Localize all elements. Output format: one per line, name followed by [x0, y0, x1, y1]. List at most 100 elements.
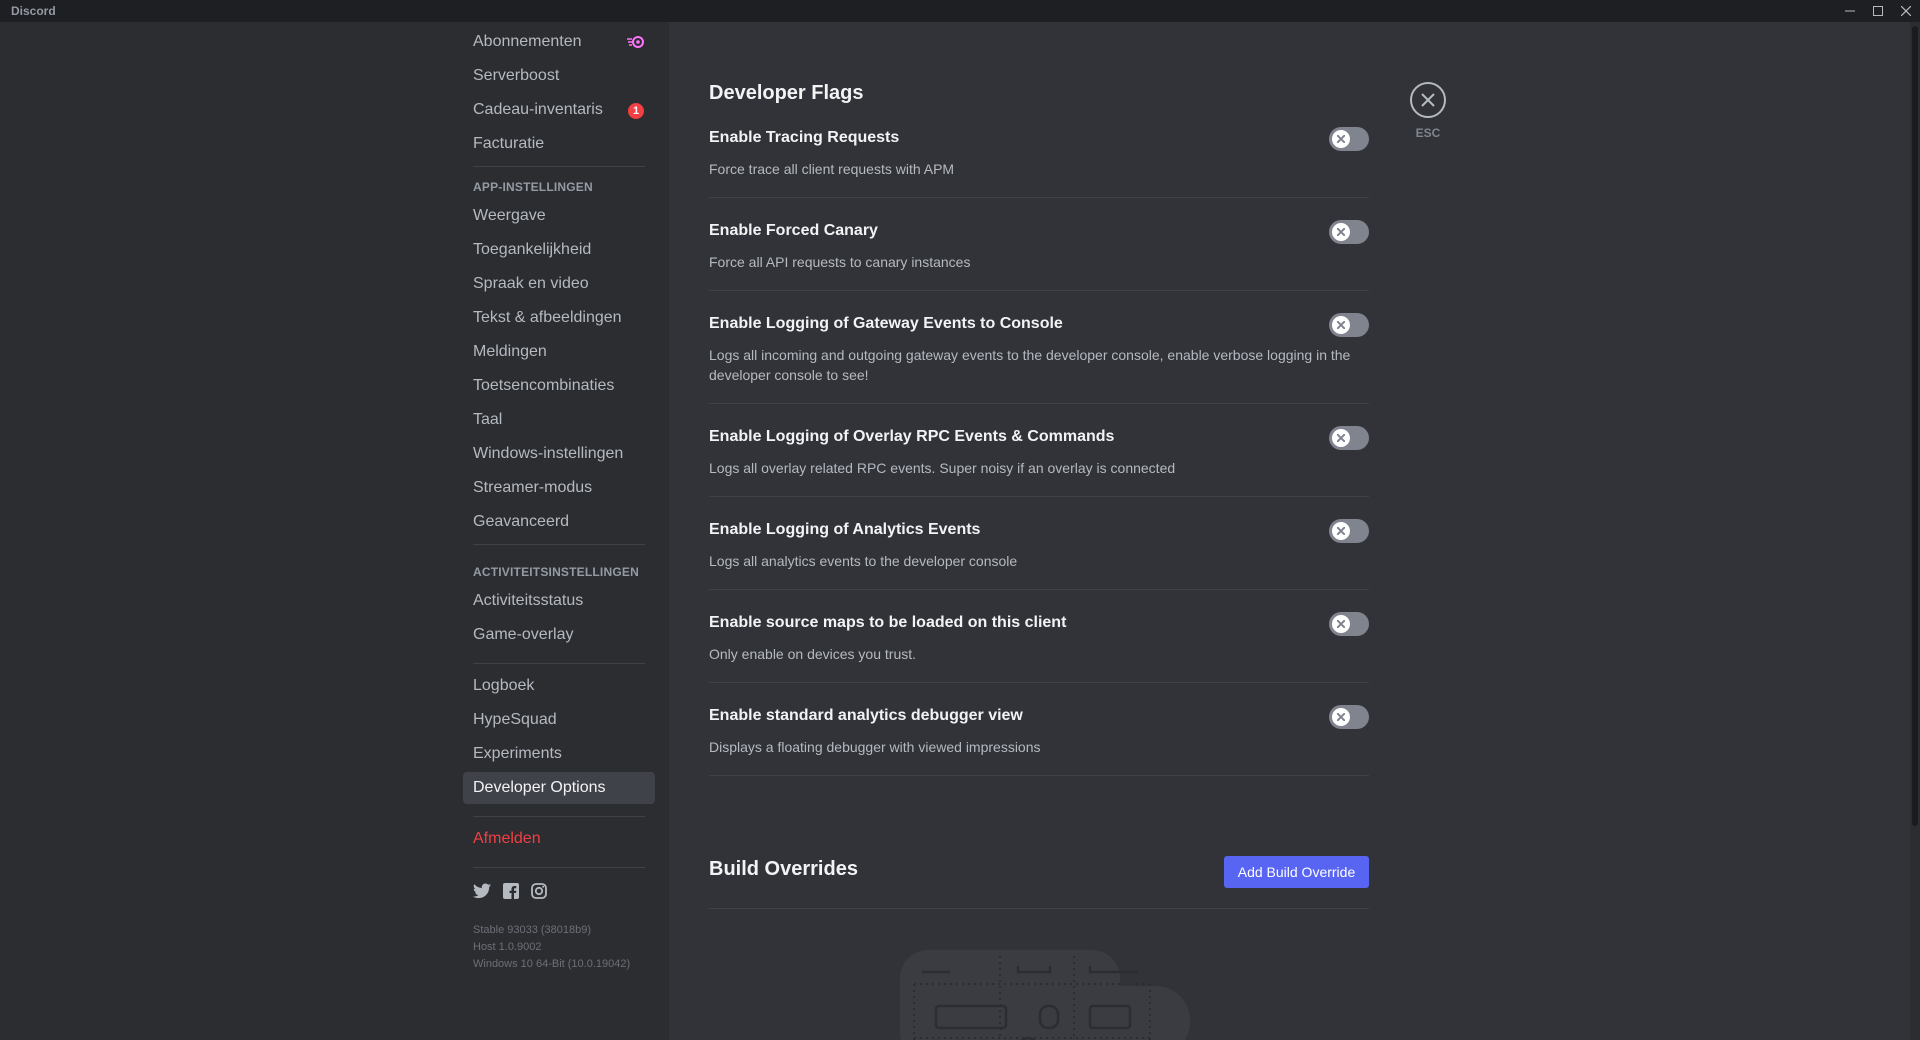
social-links [473, 883, 547, 899]
minimize-button[interactable] [1836, 0, 1864, 22]
toggle-knob [1332, 522, 1350, 540]
toggle-knob [1332, 130, 1350, 148]
flag-title: Enable Forced Canary [709, 222, 878, 239]
add-build-override-button[interactable]: Add Build Override [1224, 856, 1369, 888]
sidebar-item-gift-inventory[interactable]: Cadeau-inventaris 1 [463, 94, 655, 126]
sidebar-item-hypesquad[interactable]: HypeSquad [463, 704, 655, 736]
toggle-switch[interactable] [1329, 220, 1369, 244]
row-divider [709, 290, 1369, 291]
flag-title: Enable source maps to be loaded on this … [709, 614, 1067, 631]
flag-description: Force trace all client requests with APM [709, 161, 955, 177]
esc-label: ESC [1415, 126, 1441, 140]
toggle-switch[interactable] [1329, 313, 1369, 337]
sidebar-item-text-images[interactable]: Tekst & afbeeldingen [463, 302, 655, 334]
toggle-knob [1332, 223, 1350, 241]
x-icon [1337, 527, 1345, 535]
sidebar-item-label: Experiments [473, 745, 562, 762]
sidebar-item-label: Toegankelijkheid [473, 241, 592, 258]
x-icon [1337, 434, 1345, 442]
flag-description: Only enable on devices you trust. [709, 646, 917, 662]
minimize-icon [1845, 10, 1855, 12]
close-button[interactable] [1410, 82, 1446, 118]
logout-button[interactable]: Afmelden [463, 823, 655, 855]
toggle-knob [1332, 429, 1350, 447]
sidebar-item-game-overlay[interactable]: Game-overlay [463, 619, 655, 651]
sidebar-item-language[interactable]: Taal [463, 404, 655, 436]
sidebar-item-label: Streamer-modus [473, 479, 593, 496]
maximize-icon [1873, 6, 1883, 16]
close-icon [1421, 93, 1435, 107]
title-bar: Discord [0, 0, 1920, 22]
sidebar-item-keybinds[interactable]: Toetsencombinaties [463, 370, 655, 402]
flag-description: Logs all analytics events to the develop… [709, 553, 1018, 569]
scrollbar-thumb[interactable] [1912, 26, 1918, 826]
sidebar-item-label: HypeSquad [473, 711, 557, 728]
sidebar-item-label: Game-overlay [473, 626, 574, 643]
row-divider [709, 197, 1369, 198]
instagram-icon[interactable] [531, 883, 547, 899]
sidebar-item-appearance[interactable]: Weergave [463, 200, 655, 232]
notification-badge: 1 [628, 103, 644, 119]
sidebar-item-label: Windows-instellingen [473, 445, 624, 462]
flag-description: Force all API requests to canary instanc… [709, 254, 971, 270]
twitter-icon[interactable] [473, 883, 491, 899]
sidebar-item-label: Abonnementen [473, 33, 582, 50]
sidebar-item-windows-settings[interactable]: Windows-instellingen [463, 438, 655, 470]
sidebar-item-billing[interactable]: Facturatie [463, 128, 655, 160]
sidebar-divider [473, 663, 645, 664]
row-divider [709, 775, 1369, 776]
sidebar-item-experiments[interactable]: Experiments [463, 738, 655, 770]
sidebar-header-app-settings: APP-INSTELLINGEN [473, 180, 593, 194]
section-title-developer-flags: Developer Flags [709, 82, 864, 104]
section-title-build-overrides: Build Overrides [709, 858, 858, 880]
sidebar-divider [473, 544, 645, 545]
sidebar-item-advanced[interactable]: Geavanceerd [463, 506, 655, 538]
sidebar-item-voice-video[interactable]: Spraak en video [463, 268, 655, 300]
sidebar-divider [473, 867, 645, 868]
sidebar-item-activity-status[interactable]: Activiteitsstatus [463, 585, 655, 617]
flag-description: Logs all overlay related RPC events. Sup… [709, 460, 1176, 476]
sidebar-item-label: Cadeau-inventaris [473, 101, 603, 118]
toggle-switch[interactable] [1329, 127, 1369, 151]
x-icon [1337, 321, 1345, 329]
version-line: Host 1.0.9002 [473, 941, 542, 953]
x-icon [1337, 228, 1345, 236]
window-close-button[interactable] [1892, 0, 1920, 22]
toggle-knob [1332, 615, 1350, 633]
sidebar-item-server-boost[interactable]: Serverboost [463, 60, 655, 92]
sidebar-item-label: Meldingen [473, 343, 547, 360]
toggle-knob [1332, 708, 1350, 726]
toggle-switch[interactable] [1329, 612, 1369, 636]
sidebar-item-label: Activiteitsstatus [473, 592, 584, 609]
sidebar-divider [473, 166, 645, 167]
flag-title: Enable Logging of Analytics Events [709, 521, 981, 538]
row-divider [709, 682, 1369, 683]
sidebar-item-developer-options[interactable]: Developer Options [463, 772, 655, 804]
row-divider [709, 589, 1369, 590]
sidebar-item-label: Spraak en video [473, 275, 589, 292]
window-controls [1836, 0, 1920, 22]
toggle-switch[interactable] [1329, 519, 1369, 543]
sidebar-item-label: Toetsencombinaties [473, 377, 615, 394]
toggle-switch[interactable] [1329, 426, 1369, 450]
row-divider [709, 403, 1369, 404]
flag-title: Enable Logging of Overlay RPC Events & C… [709, 428, 1115, 445]
maximize-button[interactable] [1864, 0, 1892, 22]
content-scrollbar[interactable] [1910, 22, 1920, 1040]
build-overrides-illustration [900, 950, 1190, 1040]
toggle-knob [1332, 316, 1350, 334]
sidebar-item-streamer-mode[interactable]: Streamer-modus [463, 472, 655, 504]
app-name: Discord [11, 4, 56, 18]
flag-title: Enable standard analytics debugger view [709, 707, 1023, 724]
close-icon [1901, 6, 1911, 16]
sidebar-item-changelog[interactable]: Logboek [463, 670, 655, 702]
sidebar-item-label: Taal [473, 411, 503, 428]
section-divider [709, 908, 1369, 909]
sidebar-item-label: Tekst & afbeeldingen [473, 309, 622, 326]
toggle-switch[interactable] [1329, 705, 1369, 729]
facebook-icon[interactable] [503, 883, 519, 899]
sidebar-item-accessibility[interactable]: Toegankelijkheid [463, 234, 655, 266]
sidebar-item-subscriptions[interactable]: Abonnementen [463, 26, 655, 58]
sidebar-item-label: Logboek [473, 677, 535, 694]
sidebar-item-notifications[interactable]: Meldingen [463, 336, 655, 368]
